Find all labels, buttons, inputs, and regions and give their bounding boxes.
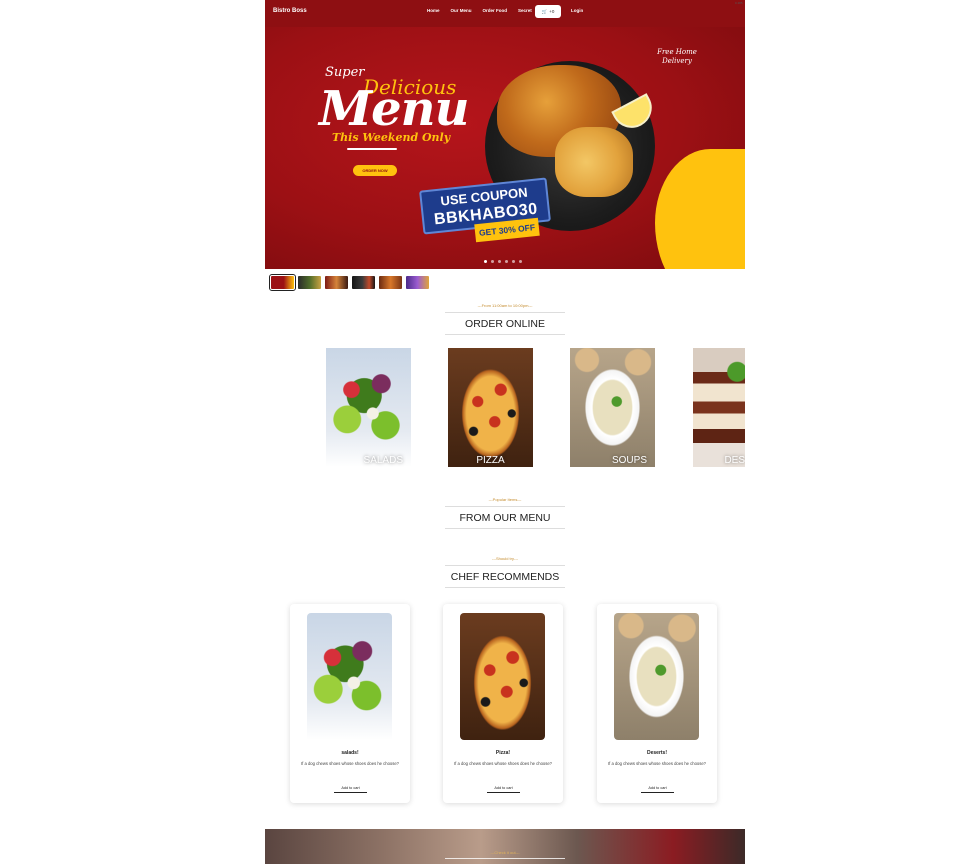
navbar: Bistro Boss Home Our Menu Order Food Sec…: [265, 0, 745, 27]
slider-dot[interactable]: [512, 260, 515, 263]
hero-yellow-blob: [655, 149, 745, 269]
slide-thumbnail[interactable]: [352, 276, 375, 289]
recommend-card-title: Pizza!: [495, 750, 511, 756]
order-online-heading: ---From 11:00am to 10:00pm--- ORDER ONLI…: [445, 303, 565, 335]
recommend-card-image: [307, 613, 392, 740]
nav-links: Home Our Menu Order Food Secret: [427, 8, 532, 13]
nav-link-secret[interactable]: Secret: [518, 8, 532, 13]
category-card-desserts[interactable]: DES: [693, 348, 745, 467]
category-label: PIZZA: [476, 455, 505, 466]
hero-banner[interactable]: Super Delicious Menu This Weekend Only O…: [265, 27, 745, 269]
category-label: DES: [724, 455, 745, 466]
cart-button[interactable]: 🛒 +0: [535, 5, 561, 18]
featured-divider: [445, 858, 565, 859]
recommend-card-description: If a dog chews shoes whose shoes does he…: [300, 761, 399, 766]
nav-link-home[interactable]: Home: [427, 8, 440, 13]
recommend-card: salads! If a dog chews shoes whose shoes…: [290, 604, 410, 803]
add-to-cart-button[interactable]: Add to cart: [641, 783, 674, 793]
chef-recommends-heading: ---Should try--- CHEF RECOMMENDS: [445, 556, 565, 588]
recommend-card-title: Deserts!: [646, 750, 667, 756]
recommend-card-image: [460, 613, 545, 740]
slide-thumbnail[interactable]: [406, 276, 429, 289]
hero-menu-text: Menu: [319, 81, 469, 137]
recommend-card-image: [614, 613, 699, 740]
free-delivery-text: Free Home Delivery: [657, 48, 697, 65]
page: Bistro Boss Home Our Menu Order Food Sec…: [265, 0, 745, 864]
slide-thumbnail[interactable]: [269, 274, 296, 291]
slider-dot[interactable]: [519, 260, 522, 263]
nav-link-our-menu[interactable]: Our Menu: [451, 8, 472, 13]
brand-logo[interactable]: Bistro Boss: [273, 8, 307, 14]
add-to-cart-button[interactable]: Add to cart: [487, 783, 520, 793]
add-to-cart-button[interactable]: Add to cart: [334, 783, 367, 793]
recommend-card: Pizza! If a dog chews shoes whose shoes …: [443, 604, 563, 803]
category-label: SALADS: [363, 455, 403, 466]
category-card-pizza[interactable]: PIZZA: [448, 348, 533, 467]
order-online-title: ORDER ONLINE: [445, 312, 565, 335]
recommend-card-title: salads!: [341, 750, 359, 756]
from-menu-subheading: ---Popular Items---: [488, 497, 522, 502]
order-now-button[interactable]: ORDER NOW: [353, 165, 397, 176]
recommend-card-description: If a dog chews shoes whose shoes does he…: [453, 761, 552, 766]
cart-count: +0: [549, 9, 555, 14]
recommend-card: Deserts! If a dog chews shoes whose shoe…: [597, 604, 717, 803]
hero-fries: [555, 127, 633, 197]
slider-dot[interactable]: [484, 260, 487, 263]
hero-underline: [347, 148, 397, 150]
recommend-card-description: If a dog chews shoes whose shoes does he…: [607, 761, 706, 766]
corner-tag: 0 485: [735, 1, 743, 5]
slide-thumbnail[interactable]: [325, 276, 348, 289]
from-menu-heading: ---Popular Items--- FROM OUR MENU: [445, 497, 565, 529]
cart-icon: 🛒: [541, 8, 548, 14]
featured-banner: ---Check it out---: [265, 829, 745, 864]
from-menu-title: FROM OUR MENU: [445, 506, 565, 529]
chef-recommends-title: CHEF RECOMMENDS: [445, 565, 565, 588]
slider-dots: [484, 260, 522, 263]
chef-recommends-subheading: ---Should try---: [491, 556, 518, 561]
slide-thumbnail[interactable]: [298, 276, 321, 289]
slider-thumbnails: [269, 274, 429, 291]
hero-weekend-text: This Weekend Only: [332, 131, 451, 144]
hero-super-text: Super: [325, 65, 365, 80]
slide-thumbnail[interactable]: [379, 276, 402, 289]
order-online-subheading: ---From 11:00am to 10:00pm---: [477, 303, 533, 308]
featured-subheading: ---Check it out---: [490, 850, 520, 855]
slider-dot[interactable]: [505, 260, 508, 263]
category-label: SOUPS: [611, 455, 647, 466]
nav-link-order-food[interactable]: Order Food: [483, 8, 508, 13]
slider-dot[interactable]: [491, 260, 494, 263]
category-card-salads[interactable]: SALADS: [326, 348, 411, 467]
slider-dot[interactable]: [498, 260, 501, 263]
category-card-soups[interactable]: SOUPS: [570, 348, 655, 467]
login-link[interactable]: Login: [571, 8, 583, 13]
